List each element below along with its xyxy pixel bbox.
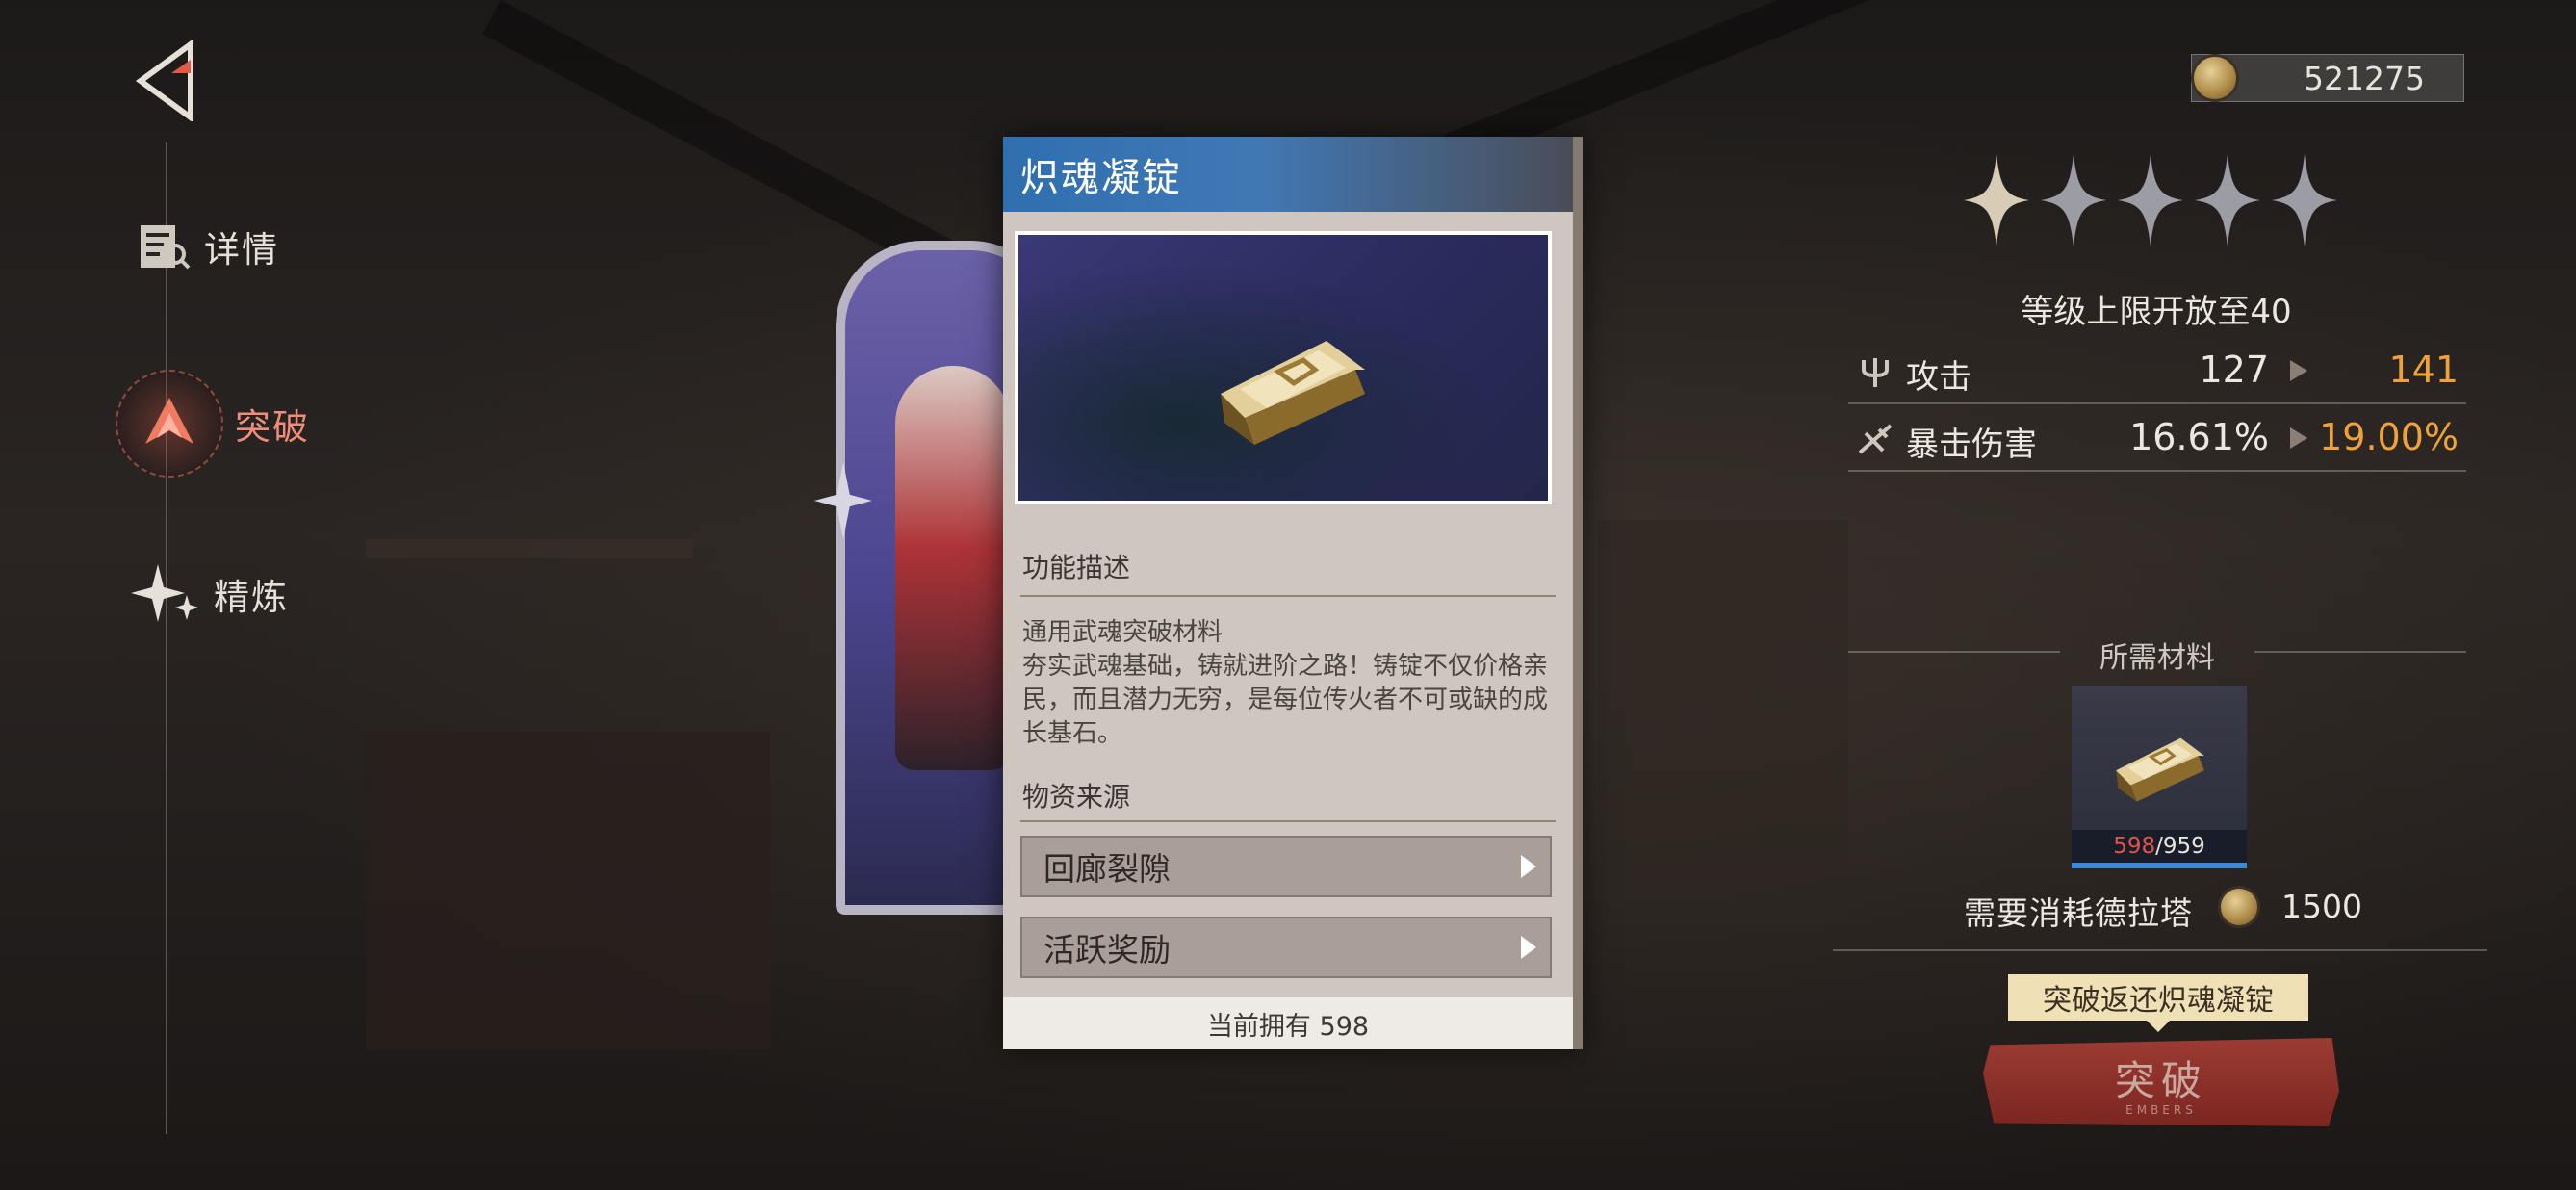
coin-icon — [2218, 886, 2260, 928]
nav-label-details: 详情 — [204, 229, 279, 271]
material-required: /959 — [2155, 834, 2205, 859]
nav-label-refine: 精炼 — [214, 577, 289, 618]
nav-item-refine[interactable]: 精炼 — [129, 562, 289, 626]
nav-active-ring — [116, 370, 223, 478]
shelf-decor — [366, 539, 693, 558]
stat-next-value: 19.00% — [2319, 416, 2459, 458]
popup-title: 炽魂凝锭 — [1003, 137, 1573, 212]
bookcase-decor — [1598, 520, 1848, 924]
stat-label: 暴击伤害 — [1906, 426, 2037, 464]
details-icon — [141, 225, 191, 270]
stat-next-value: 141 — [2388, 349, 2459, 391]
stat-current-value: 127 — [2199, 349, 2269, 391]
item-detail-popup: 炽魂凝锭 功能描述 通用武魂突破材料 夯实武魂基础，铸就进阶之路！铸锭不仅价格亲… — [1003, 137, 1583, 1049]
item-image — [1015, 231, 1552, 504]
crit-damage-icon — [1858, 424, 1893, 454]
stat-label: 攻击 — [1906, 358, 1971, 397]
owned-count: 当前拥有 598 — [1003, 997, 1573, 1049]
nav-item-details[interactable]: 详情 — [135, 220, 279, 273]
back-icon[interactable] — [133, 40, 200, 121]
stat-row-crit-damage: 暴击伤害 16.61% 19.00% — [1848, 404, 2466, 472]
star-empty-icon — [2041, 154, 2106, 246]
character-portrait — [895, 366, 1011, 770]
header-line — [1848, 651, 2060, 653]
trident-icon — [1862, 358, 1889, 387]
header-line — [2254, 651, 2466, 653]
star-empty-icon — [2272, 154, 2337, 246]
tooltip-arrow — [2147, 1021, 2170, 1032]
nav-label-breakthrough: 突破 — [235, 406, 310, 448]
material-count: 598/959 — [2072, 830, 2247, 863]
arrow-right-icon — [2290, 427, 2307, 449]
description-body: 夯实武魂基础，铸就进阶之路！铸锭不仅价格亲民，而且潜力无穷，是每位传火者不可或缺… — [1022, 652, 1549, 748]
section-divider — [1020, 595, 1556, 597]
nav-rail — [166, 142, 167, 1134]
source-button-corridor-rift[interactable]: 回廊裂隙 — [1020, 836, 1552, 897]
star-filled-icon — [1964, 154, 2029, 246]
breakthrough-button-sublabel: EMBERS — [2125, 1102, 2197, 1117]
description-subtitle: 通用武魂突破材料 — [1022, 618, 1224, 647]
sparkle-icon — [814, 462, 872, 539]
cabinet-decor — [366, 732, 770, 1049]
stat-row-attack: 攻击 127 141 — [1848, 337, 2466, 404]
item-description: 通用武魂突破材料 夯实武魂基础，铸就进阶之路！铸锭不仅价格亲民，而且潜力无穷，是… — [1022, 616, 1552, 751]
refine-icon — [131, 564, 198, 622]
stat-current-value: 16.61% — [2129, 416, 2269, 458]
ingot-icon — [2116, 737, 2204, 802]
source-section-title: 物资来源 — [1022, 781, 1131, 813]
source-label: 活跃奖励 — [1043, 931, 1171, 969]
arrow-right-icon — [2290, 360, 2307, 381]
material-slot[interactable]: 598/959 — [2072, 686, 2247, 868]
chevron-right-icon — [1521, 855, 1536, 878]
material-owned: 598 — [2113, 834, 2156, 859]
currency-amount: 521275 — [2304, 59, 2425, 97]
source-label: 回廊裂隙 — [1043, 850, 1171, 888]
consume-amount: 1500 — [2281, 888, 2362, 925]
function-section-title: 功能描述 — [1022, 552, 1131, 583]
ingot-icon — [1221, 341, 1365, 445]
refund-tooltip: 突破返还炽魂凝锭 — [2008, 974, 2308, 1021]
breakthrough-icon — [145, 398, 193, 444]
breakthrough-button-label: 突破 — [2114, 1056, 2207, 1104]
breakthrough-button[interactable]: 突破 EMBERS — [1983, 1038, 2339, 1126]
consume-label: 需要消耗德拉塔 — [1964, 894, 2193, 932]
nav-item-breakthrough[interactable]: 突破 — [116, 370, 310, 478]
level-cap-text: 等级上限开放至40 — [2021, 293, 2292, 331]
star-rating — [1964, 154, 2337, 246]
star-empty-icon — [2195, 154, 2260, 246]
star-empty-icon — [2118, 154, 2183, 246]
consume-divider — [1833, 949, 2487, 951]
materials-title: 所需材料 — [2099, 641, 2215, 675]
section-divider — [1020, 820, 1556, 822]
materials-header: 所需材料 — [1848, 632, 2466, 675]
chevron-right-icon — [1521, 936, 1536, 959]
coin-icon — [2191, 54, 2239, 102]
source-button-activity-reward[interactable]: 活跃奖励 — [1020, 917, 1552, 978]
